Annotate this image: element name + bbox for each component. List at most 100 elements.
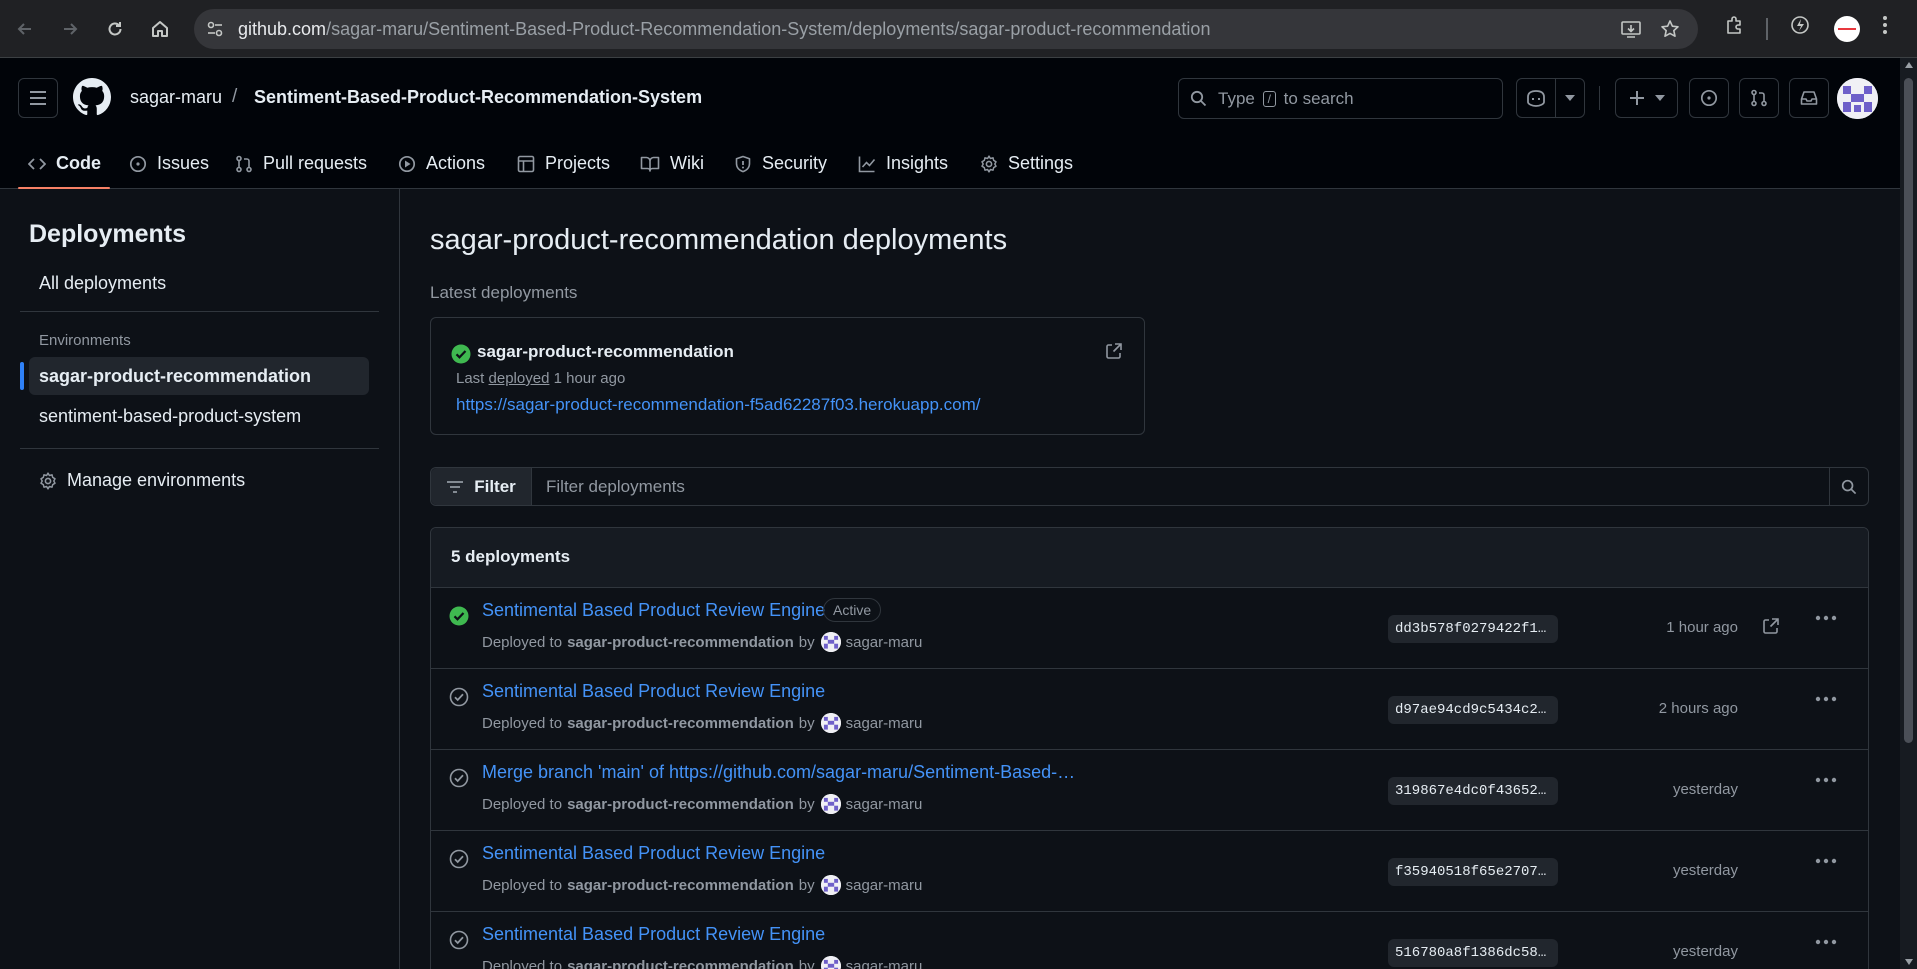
- scroll-up-arrow-icon[interactable]: [1905, 62, 1913, 68]
- tab-projects[interactable]: Projects: [517, 138, 610, 189]
- environment-link[interactable]: sagar-product-recommendation: [567, 958, 794, 969]
- triangle-down-icon: [1565, 95, 1575, 101]
- repo-owner-link[interactable]: sagar-maru: [130, 87, 222, 108]
- home-icon[interactable]: [143, 12, 177, 46]
- deployed-to-label: Deployed to: [482, 876, 563, 894]
- tab-security[interactable]: Security: [734, 138, 827, 189]
- kebab-horizontal-icon[interactable]: [1815, 777, 1837, 783]
- issues-button[interactable]: [1689, 78, 1729, 118]
- tab-label: Issues: [157, 153, 210, 173]
- deployed-link[interactable]: deployed: [489, 370, 550, 387]
- commit-sha[interactable]: 319867e4dc0f43652…: [1388, 777, 1558, 805]
- code-icon: [28, 157, 46, 171]
- user-link[interactable]: sagar-maru: [846, 877, 923, 894]
- by-label: by: [798, 795, 815, 813]
- avatar[interactable]: [820, 632, 841, 652]
- tab-issues[interactable]: Issues: [129, 138, 209, 189]
- manage-environments-link[interactable]: Manage environments: [39, 470, 245, 491]
- forward-icon[interactable]: [53, 12, 87, 46]
- filter-deployments-input[interactable]: [532, 468, 1830, 505]
- deployment-meta: Deployed to sagar-product-recommendation…: [482, 956, 922, 969]
- breadcrumb-separator: /: [232, 86, 238, 107]
- install-app-icon[interactable]: [1620, 19, 1642, 39]
- tab-insights[interactable]: Insights: [858, 138, 948, 189]
- menu-icon: [29, 90, 47, 106]
- browser-menu-icon[interactable]: [1881, 14, 1889, 36]
- inbox-button[interactable]: [1789, 78, 1829, 118]
- environment-link[interactable]: sagar-product-recommendation: [567, 715, 794, 732]
- by-label: by: [798, 714, 815, 732]
- plus-icon: [1629, 90, 1645, 106]
- last-deployed-time: 1 hour ago: [553, 370, 626, 387]
- browser-profile-avatar[interactable]: [1834, 16, 1860, 42]
- deployment-title-link[interactable]: Sentimental Based Product Review Engine: [482, 600, 825, 621]
- filter-button[interactable]: Filter: [431, 468, 532, 505]
- deployment-url-link[interactable]: https://sagar-product-recommendation-f5a…: [456, 395, 980, 415]
- sidebar-item-all-deployments[interactable]: All deployments: [39, 273, 166, 294]
- environment-link[interactable]: sagar-product-recommendation: [567, 877, 794, 894]
- external-link-icon[interactable]: [1762, 617, 1780, 635]
- avatar[interactable]: [820, 794, 841, 814]
- user-link[interactable]: sagar-maru: [846, 715, 923, 732]
- address-bar[interactable]: github.com/sagar-maru/Sentiment-Based-Pr…: [194, 9, 1698, 49]
- sidebar-item-sagar-product-recommendation[interactable]: sagar-product-recommendation: [29, 357, 369, 395]
- environment-name: sagar-product-recommendation: [477, 342, 734, 361]
- kebab-horizontal-icon[interactable]: [1815, 858, 1837, 864]
- page-scrollbar[interactable]: [1900, 58, 1917, 969]
- pull-requests-button[interactable]: [1739, 78, 1779, 118]
- environment-link[interactable]: sagar-product-recommendation: [567, 634, 794, 651]
- external-link-icon[interactable]: [1105, 342, 1123, 360]
- avatar[interactable]: [820, 956, 841, 969]
- deployment-title-link[interactable]: Sentimental Based Product Review Engine: [482, 843, 825, 864]
- deployments-list: 5 deployments Sentimental Based Product …: [430, 527, 1869, 969]
- extensions-icon[interactable]: [1724, 14, 1746, 36]
- search-placeholder-after: to search: [1283, 89, 1354, 108]
- copilot-button[interactable]: [1516, 78, 1556, 118]
- scroll-down-arrow-icon[interactable]: [1905, 959, 1913, 965]
- kebab-horizontal-icon[interactable]: [1815, 615, 1837, 621]
- avatar[interactable]: [820, 713, 841, 733]
- commit-sha[interactable]: f35940518f65e2707…: [1388, 858, 1558, 886]
- user-link[interactable]: sagar-maru: [846, 796, 923, 813]
- tab-pull-requests[interactable]: Pull requests: [235, 138, 367, 189]
- deployment-meta: Deployed to sagar-product-recommendation…: [482, 794, 922, 814]
- sidebar-item-sentiment-based-product-system[interactable]: sentiment-based-product-system: [29, 397, 369, 435]
- site-settings-icon[interactable]: [206, 20, 224, 38]
- kebab-horizontal-icon[interactable]: [1815, 939, 1837, 945]
- github-logo-icon[interactable]: [73, 78, 111, 116]
- tab-wiki[interactable]: Wiki: [640, 138, 704, 189]
- hamburger-menu-button[interactable]: [18, 78, 58, 118]
- user-avatar[interactable]: [1837, 78, 1878, 119]
- shield-icon: [734, 155, 752, 173]
- repo-name-link[interactable]: Sentiment-Based-Product-Recommendation-S…: [254, 87, 702, 108]
- filter-search-button[interactable]: [1829, 468, 1868, 505]
- avatar[interactable]: [820, 875, 841, 895]
- deployment-title-link[interactable]: Merge branch 'main' of https://github.co…: [482, 762, 1075, 783]
- deployment-title-link[interactable]: Sentimental Based Product Review Engine: [482, 681, 825, 702]
- kebab-horizontal-icon[interactable]: [1815, 696, 1837, 702]
- deployment-meta: Deployed to sagar-product-recommendation…: [482, 875, 922, 895]
- back-icon[interactable]: [8, 12, 42, 46]
- reload-icon[interactable]: [98, 12, 132, 46]
- bookmark-star-icon[interactable]: [1660, 19, 1680, 39]
- toolbar-divider: [1766, 18, 1768, 40]
- latest-deployments-heading: Latest deployments: [430, 283, 578, 302]
- create-new-button[interactable]: [1615, 78, 1678, 118]
- header-divider: [1599, 86, 1600, 110]
- commit-sha[interactable]: dd3b578f0279422f1…: [1388, 615, 1558, 643]
- tab-code[interactable]: Code: [28, 138, 101, 189]
- user-link[interactable]: sagar-maru: [846, 634, 923, 651]
- scrollbar-thumb[interactable]: [1904, 78, 1913, 743]
- deployment-title-link[interactable]: Sentimental Based Product Review Engine: [482, 924, 825, 945]
- commit-sha[interactable]: 516780a8f1386dc58…: [1388, 939, 1558, 967]
- user-link[interactable]: sagar-maru: [846, 958, 923, 969]
- sidebar-title: Deployments: [29, 220, 186, 248]
- tab-settings[interactable]: Settings: [980, 138, 1073, 189]
- pull-request-icon: [1750, 89, 1768, 107]
- performance-icon[interactable]: [1789, 14, 1811, 36]
- copilot-dropdown-button[interactable]: [1555, 78, 1585, 118]
- commit-sha[interactable]: d97ae94cd9c5434c2…: [1388, 696, 1558, 724]
- tab-actions[interactable]: Actions: [398, 138, 485, 189]
- environment-link[interactable]: sagar-product-recommendation: [567, 796, 794, 813]
- search-input[interactable]: Type / to search: [1178, 78, 1503, 119]
